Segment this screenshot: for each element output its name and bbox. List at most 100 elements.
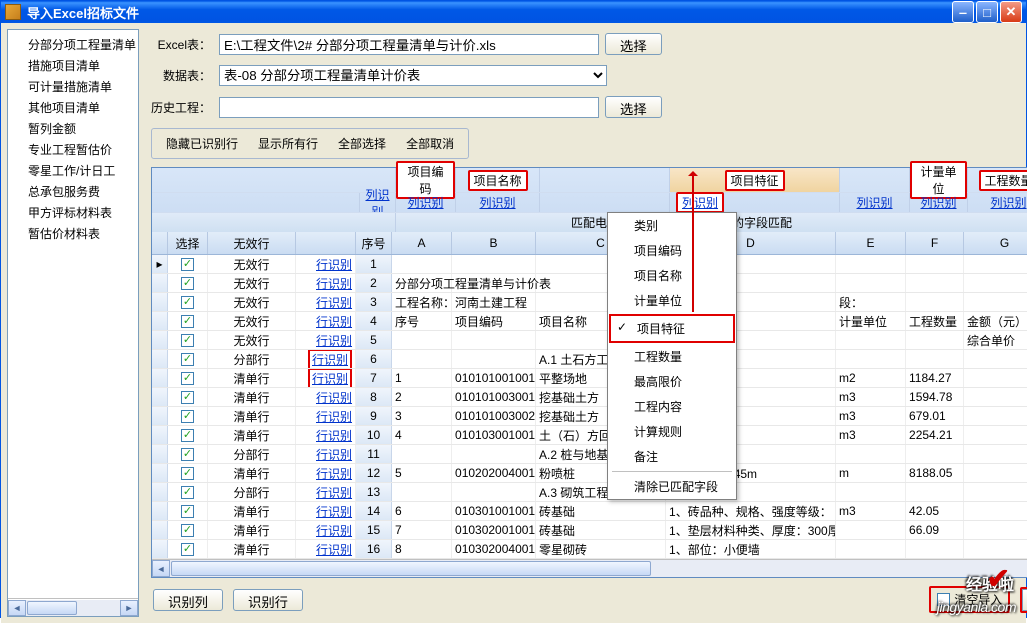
cancel-all-button[interactable]: 全部取消 [396,133,464,154]
sidebar-item[interactable]: 暂估价材料表 [26,223,138,244]
select-excel-button[interactable]: 选择 [605,33,662,55]
titlebar: 导入Excel招标文件 ‒ □ ✕ [1,1,1026,23]
dropdown-item[interactable]: 项目编码 [608,238,736,263]
close-button[interactable]: ✕ [1000,1,1022,23]
row-invalid-label: 清单行 [208,521,296,539]
scroll-right-icon[interactable]: ► [120,600,138,616]
dropdown-item[interactable]: 项目名称 [608,263,736,288]
toolbar: 隐藏已识别行 显示所有行 全部选择 全部取消 [151,128,469,159]
row-identify-link[interactable]: 行识别 [296,331,356,349]
dropdown-item[interactable]: 类别 [608,213,736,238]
row-indicator-icon [152,350,168,368]
row-identify-link[interactable]: 行识别 [296,350,356,368]
show-all-button[interactable]: 显示所有行 [248,133,328,154]
grid-scroll-left-icon[interactable]: ◄ [152,560,170,577]
row-identify-link[interactable]: 行识别 [296,293,356,311]
import-button[interactable]: 导入 [1022,589,1027,611]
row-identify-link[interactable]: 行识别 [296,255,356,273]
cell-b: 010101003001 [452,388,536,406]
row-identify-link[interactable]: 行识别 [296,540,356,558]
row-checkbox[interactable]: ✓ [168,464,208,482]
scroll-left-icon[interactable]: ◄ [8,600,26,616]
row-identify-link[interactable]: 行识别 [296,407,356,425]
dropdown-item[interactable]: 备注 [608,444,736,469]
row-checkbox[interactable]: ✓ [168,540,208,558]
sidebar-item[interactable]: 专业工程暂估价 [26,139,138,160]
minimize-button[interactable]: ‒ [952,1,974,23]
dropdown-item[interactable]: 计量单位 [608,288,736,313]
cell-b: 010101001001 [452,369,536,387]
select-history-button[interactable]: 选择 [605,96,662,118]
row-identify-link[interactable]: 行识别 [296,388,356,406]
dropdown-item[interactable]: 工程内容 [608,394,736,419]
row-checkbox[interactable]: ✓ [168,388,208,406]
row-checkbox[interactable]: ✓ [168,350,208,368]
sidebar-item[interactable]: 总承包服务费 [26,181,138,202]
col-identify-link-g[interactable]: 列识别 [991,194,1027,211]
grid-h-scroll-thumb[interactable] [171,561,651,576]
app-icon [5,4,21,20]
dropdown-clear[interactable]: 清除已匹配字段 [608,474,736,499]
row-checkbox[interactable]: ✓ [168,445,208,463]
row-checkbox[interactable]: ✓ [168,426,208,444]
maximize-button[interactable]: □ [976,1,998,23]
checkbox-icon[interactable] [937,593,950,606]
identify-row-button[interactable]: 识别行 [233,589,303,611]
grid-h-scrollbar[interactable]: ◄ ► [152,559,1027,577]
row-checkbox[interactable]: ✓ [168,274,208,292]
row-checkbox[interactable]: ✓ [168,483,208,501]
row-checkbox[interactable]: ✓ [168,312,208,330]
excel-path-input[interactable] [219,34,599,55]
col-identify-link-f[interactable]: 列识别 [921,194,957,211]
cell-g [964,388,1027,406]
col-identify-link-e[interactable]: 列识别 [857,194,893,211]
row-indicator-icon [152,331,168,349]
sidebar-item[interactable]: 零星工作/计日工 [26,160,138,181]
row-identify-link[interactable]: 行识别 [296,445,356,463]
column-match-dropdown[interactable]: 类别项目编码项目名称计量单位项目特征工程数量最高限价工程内容计算规则备注清除已匹… [607,212,737,500]
row-identify-link[interactable]: 行识别 [296,502,356,520]
dropdown-item[interactable]: 工程数量 [608,344,736,369]
row-identify-link[interactable]: 行识别 [296,369,356,387]
sheet-select[interactable]: 表-08 分部分项工程量清单计价表 [219,65,607,86]
select-all-button[interactable]: 全部选择 [328,133,396,154]
row-checkbox[interactable]: ✓ [168,369,208,387]
sidebar-item[interactable]: 可计量措施清单 [26,76,138,97]
history-input[interactable] [219,97,599,118]
cell-f: 工程数量 [906,312,964,330]
row-checkbox[interactable]: ✓ [168,293,208,311]
clear-import-checkbox[interactable]: 清空导入 [929,586,1010,613]
row-checkbox[interactable]: ✓ [168,502,208,520]
sidebar-item[interactable]: 暂列金额 [26,118,138,139]
cell-e: m3 [836,502,906,520]
row-invalid-label: 清单行 [208,502,296,520]
row-number: 16 [356,540,392,558]
hide-identified-button[interactable]: 隐藏已识别行 [156,133,248,154]
row-identify-link[interactable]: 行识别 [296,483,356,501]
sidebar-item[interactable]: 其他项目清单 [26,97,138,118]
row-identify-link[interactable]: 行识别 [296,521,356,539]
row-checkbox[interactable]: ✓ [168,407,208,425]
row-invalid-label: 分部行 [208,483,296,501]
dropdown-item[interactable]: 计算规则 [608,419,736,444]
dropdown-item[interactable]: 最高限价 [608,369,736,394]
dropdown-item[interactable]: 项目特征 [609,314,735,343]
row-indicator-icon [152,388,168,406]
row-identify-link[interactable]: 行识别 [296,464,356,482]
cell-e [836,540,906,558]
sidebar-item[interactable]: 甲方评标材料表 [26,202,138,223]
col-identify-link-b[interactable]: 列识别 [480,194,516,211]
row-identify-link[interactable]: 行识别 [296,312,356,330]
scroll-thumb[interactable] [27,601,77,615]
sidebar-item[interactable]: 措施项目清单 [26,55,138,76]
row-checkbox[interactable]: ✓ [168,255,208,273]
sidebar-h-scrollbar[interactable]: ◄ ► [8,598,138,616]
row-identify-link[interactable]: 行识别 [296,274,356,292]
col-identify-link-a[interactable]: 列识别 [408,194,444,211]
col-identify-link-d[interactable]: 列识别 [676,192,724,213]
sidebar-item[interactable]: 分部分项工程量清单 [26,34,138,55]
row-identify-link[interactable]: 行识别 [296,426,356,444]
identify-col-button[interactable]: 识别列 [153,589,223,611]
row-checkbox[interactable]: ✓ [168,331,208,349]
row-checkbox[interactable]: ✓ [168,521,208,539]
